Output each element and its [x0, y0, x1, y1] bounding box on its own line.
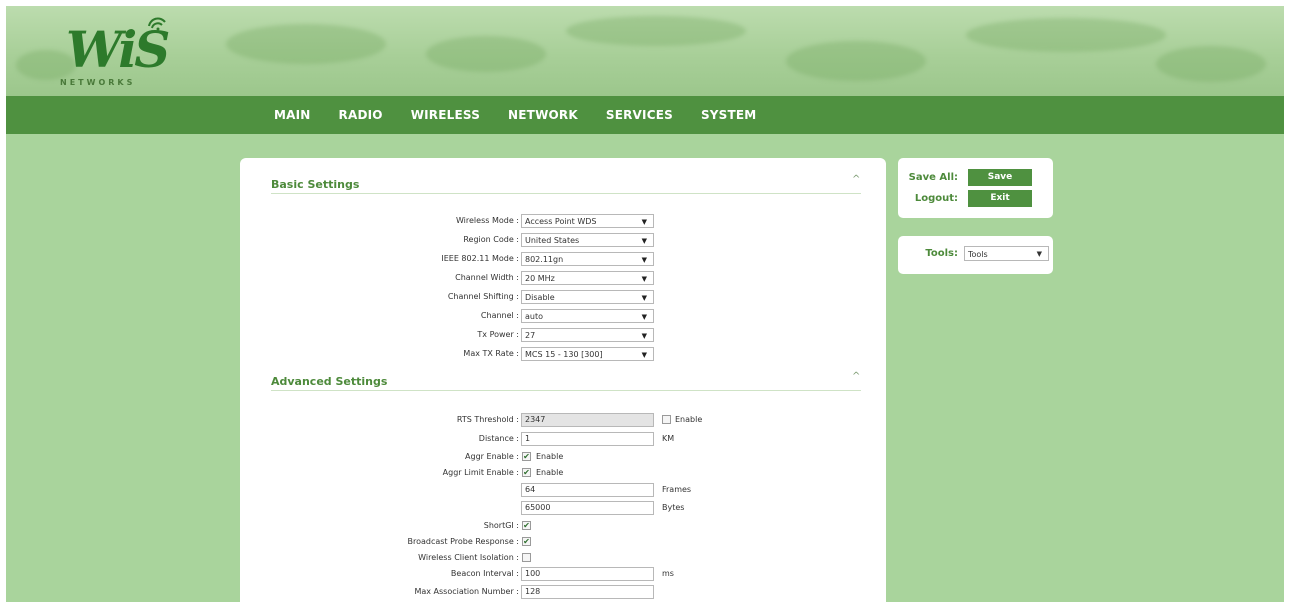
channel-shifting-label: Channel Shifting :	[447, 292, 519, 301]
ieee-mode-select[interactable]: 802.11gn ▼	[521, 252, 654, 266]
channel-shifting-row: Channel Shifting : Disable ▼	[240, 290, 886, 306]
aggr-limit-checkbox-label: Enable	[536, 468, 564, 477]
rts-enable-checkbox[interactable]	[662, 415, 671, 424]
nav-main[interactable]: MAIN	[274, 108, 311, 122]
aggr-enable-checkbox[interactable]: ✔	[522, 452, 531, 461]
client-isolation-row: Wireless Client Isolation :	[240, 551, 886, 567]
region-code-row: Region Code : United States ▼	[240, 233, 886, 249]
advanced-settings-title: Advanced Settings	[271, 375, 388, 388]
max-assoc-input[interactable]: 128	[521, 585, 654, 599]
save-logout-panel: Save All: Save Logout: Exit	[898, 158, 1053, 218]
distance-label: Distance :	[478, 434, 519, 443]
max-assoc-row: Max Association Number : 128	[240, 585, 886, 601]
shortgi-checkbox[interactable]: ✔	[522, 521, 531, 530]
shortgi-row: ShortGI : ✔	[240, 519, 886, 535]
basic-collapse-icon[interactable]: ^	[852, 174, 860, 185]
channel-width-row: Channel Width : 20 MHz ▼	[240, 271, 886, 287]
page-frame: WiS NETWORKS MAIN RADIO WIRELESS NETWORK…	[6, 6, 1284, 602]
region-code-select[interactable]: United States ▼	[521, 233, 654, 247]
chevron-down-icon: ▼	[641, 256, 647, 264]
channel-row: Channel : auto ▼	[240, 309, 886, 325]
exit-button[interactable]: Exit	[968, 190, 1032, 207]
nav-network[interactable]: NETWORK	[508, 108, 578, 122]
beacon-interval-label: Beacon Interval :	[450, 569, 519, 578]
aggr-bytes-row: 65000 Bytes	[240, 501, 886, 517]
ieee-mode-row: IEEE 802.11 Mode : 802.11gn ▼	[240, 252, 886, 268]
broadcast-probe-label: Broadcast Probe Response :	[407, 537, 519, 546]
nav-system[interactable]: SYSTEM	[701, 108, 757, 122]
logo-subtext: NETWORKS	[60, 78, 136, 87]
aggr-enable-label: Aggr Enable :	[465, 452, 519, 461]
distance-row: Distance : 1 KM	[240, 432, 886, 448]
beacon-interval-unit: ms	[662, 569, 674, 578]
nav-radio[interactable]: RADIO	[339, 108, 383, 122]
save-all-label: Save All:	[908, 172, 958, 183]
client-isolation-label: Wireless Client Isolation :	[418, 553, 519, 562]
nav-wireless[interactable]: WIRELESS	[411, 108, 480, 122]
chevron-down-icon: ▼	[1036, 250, 1042, 258]
chevron-down-icon: ▼	[641, 332, 647, 340]
tools-panel: Tools: Tools ▼	[898, 236, 1053, 274]
distance-unit: KM	[662, 434, 675, 443]
broadcast-probe-row: Broadcast Probe Response : ✔	[240, 535, 886, 551]
chevron-down-icon: ▼	[641, 275, 647, 283]
tools-select[interactable]: Tools ▼	[964, 246, 1049, 261]
distance-input[interactable]: 1	[521, 432, 654, 446]
aggr-enable-checkbox-label: Enable	[536, 452, 564, 461]
max-tx-rate-select[interactable]: MCS 15 - 130 [300] ▼	[521, 347, 654, 361]
wireless-mode-label: Wireless Mode :	[455, 216, 519, 225]
max-tx-rate-row: Max TX Rate : MCS 15 - 130 [300] ▼	[240, 347, 886, 363]
chevron-down-icon: ▼	[641, 351, 647, 359]
rts-threshold-input[interactable]: 2347	[521, 413, 654, 427]
main-nav: MAIN RADIO WIRELESS NETWORK SERVICES SYS…	[6, 96, 1284, 134]
beacon-interval-input[interactable]: 100	[521, 567, 654, 581]
channel-select[interactable]: auto ▼	[521, 309, 654, 323]
max-tx-rate-label: Max TX Rate :	[463, 349, 519, 358]
chevron-down-icon: ▼	[641, 294, 647, 302]
beacon-interval-row: Beacon Interval : 100 ms	[240, 567, 886, 583]
aggr-frames-unit: Frames	[662, 485, 692, 494]
tx-power-row: Tx Power : 27 ▼	[240, 328, 886, 344]
nav-services[interactable]: SERVICES	[606, 108, 673, 122]
wireless-mode-row: Wireless Mode : Access Point WDS ▼	[240, 214, 886, 230]
rts-enable-label: Enable	[675, 415, 703, 424]
aggr-limit-label: Aggr Limit Enable :	[442, 468, 519, 477]
basic-divider	[271, 193, 861, 194]
advanced-divider	[271, 390, 861, 391]
aggr-limit-checkbox[interactable]: ✔	[522, 468, 531, 477]
chevron-down-icon: ▼	[641, 313, 647, 321]
aggr-bytes-unit: Bytes	[662, 503, 685, 512]
client-isolation-checkbox[interactable]	[522, 553, 531, 562]
advanced-collapse-icon[interactable]: ^	[852, 371, 860, 382]
region-code-label: Region Code :	[463, 235, 519, 244]
save-button[interactable]: Save	[968, 169, 1032, 186]
channel-width-label: Channel Width :	[455, 273, 519, 282]
aggr-frames-row: 64 Frames	[240, 483, 886, 499]
header-banner: WiS NETWORKS	[6, 6, 1284, 96]
tools-label: Tools:	[925, 248, 958, 259]
max-assoc-label: Max Association Number :	[414, 587, 519, 596]
shortgi-label: ShortGI :	[483, 521, 519, 530]
wis-networks-logo[interactable]: WiS NETWORKS	[60, 14, 180, 90]
chevron-down-icon: ▼	[641, 218, 647, 226]
tx-power-label: Tx Power :	[477, 330, 519, 339]
logout-label: Logout:	[914, 193, 958, 204]
channel-shifting-select[interactable]: Disable ▼	[521, 290, 654, 304]
chevron-down-icon: ▼	[641, 237, 647, 245]
aggr-limit-row: Aggr Limit Enable : ✔ Enable	[240, 466, 886, 482]
rts-threshold-label: RTS Threshold :	[456, 415, 519, 424]
broadcast-probe-checkbox[interactable]: ✔	[522, 537, 531, 546]
ieee-mode-label: IEEE 802.11 Mode :	[441, 254, 519, 263]
aggr-bytes-input[interactable]: 65000	[521, 501, 654, 515]
tx-power-select[interactable]: 27 ▼	[521, 328, 654, 342]
rts-threshold-row: RTS Threshold : 2347 Enable	[240, 413, 886, 429]
aggr-frames-input[interactable]: 64	[521, 483, 654, 497]
aggr-enable-row: Aggr Enable : ✔ Enable	[240, 450, 886, 466]
channel-width-select[interactable]: 20 MHz ▼	[521, 271, 654, 285]
settings-panel: Basic Settings ^ Wireless Mode : Access …	[240, 158, 886, 602]
basic-settings-title: Basic Settings	[271, 178, 360, 191]
wifi-signal-icon	[148, 17, 166, 31]
channel-label: Channel :	[480, 311, 519, 320]
wireless-mode-select[interactable]: Access Point WDS ▼	[521, 214, 654, 228]
